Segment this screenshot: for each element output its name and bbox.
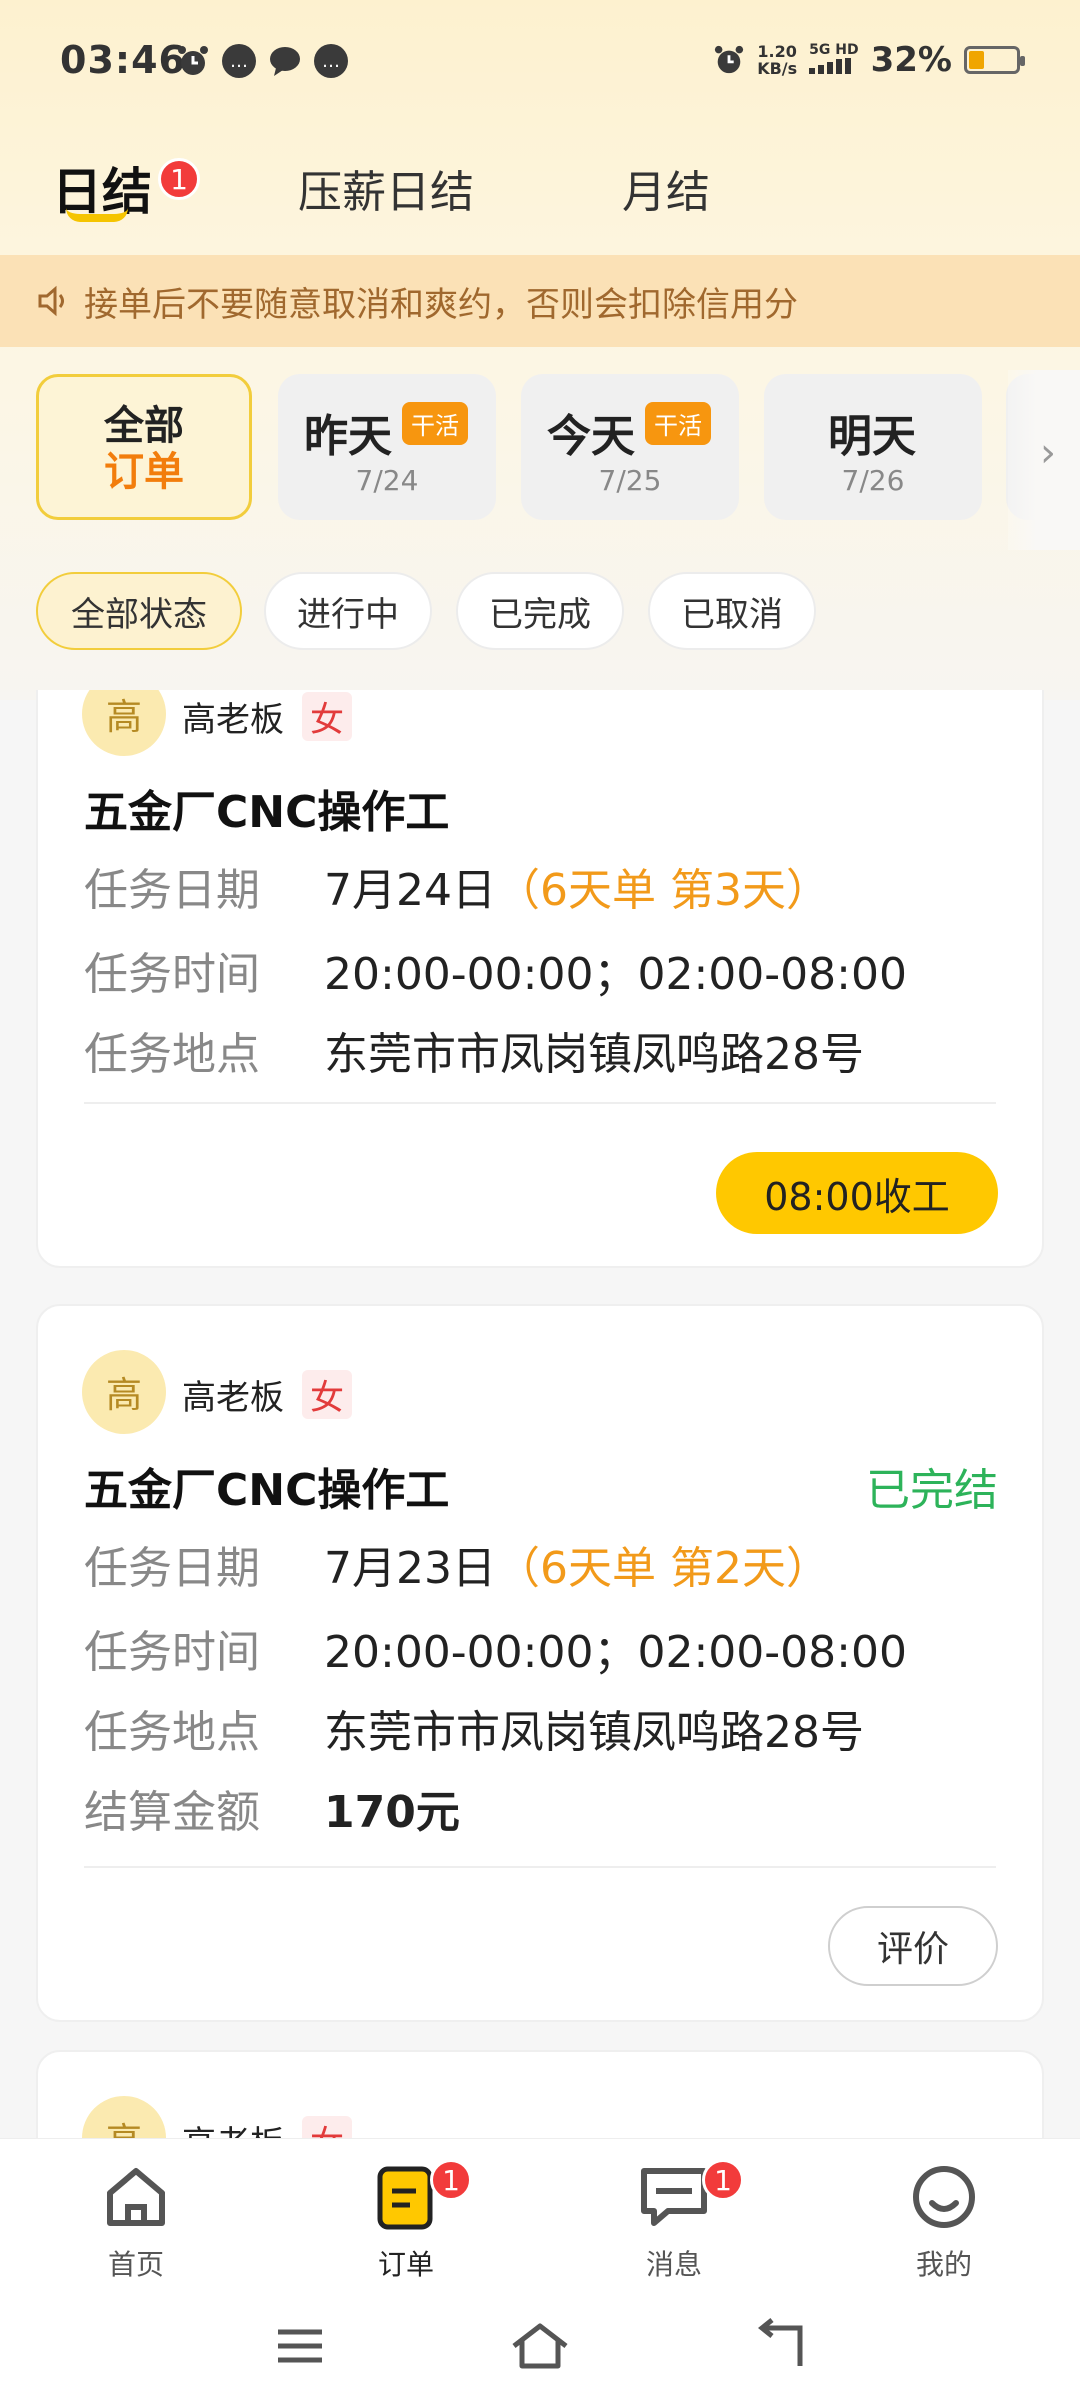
finish-work-button[interactable]: 08:00收工 [716,1152,998,1234]
tab-monthly[interactable]: 月结 [622,156,710,220]
card-divider [84,1102,996,1104]
notification-icons: … … [176,44,348,78]
message-icon [641,2168,707,2226]
notice-banner: 接单后不要随意取消和爽约，否则会扣除信用分 [0,255,1080,347]
battery-fill [969,51,984,69]
time-label: 任务时间 [84,949,260,1000]
avatar: 高 [82,1350,166,1434]
work-tag: 干活 [645,402,711,445]
home-icon [107,2168,165,2226]
system-nav-bar [0,2288,1080,2408]
owner-name: 高老板 [182,2116,284,2138]
tab-daily-badge: 1 [158,158,200,200]
back-icon[interactable] [752,2318,808,2374]
nav-home[interactable]: 首页 [66,2161,206,2283]
status-badge: 已完结 [866,1465,998,1516]
amount-label: 结算金额 [84,1787,260,1838]
filter-in-progress[interactable]: 进行中 [264,572,432,650]
menu-icon[interactable] [272,2318,328,2374]
bottom-nav: 首页 订单 1 消息 1 我的 [0,2138,1080,2288]
filter-completed[interactable]: 已完成 [456,572,624,650]
chevron-right-icon[interactable]: › [1040,430,1056,476]
filter-cancelled[interactable]: 已取消 [648,572,816,650]
settlement-tabs: 日结 1 压薪日结 月结 [0,140,1080,250]
alarm-icon [178,46,208,75]
home-nav-icon[interactable] [510,2318,570,2374]
status-filters: 全部状态 进行中 已完成 已取消 [0,572,1080,652]
time-value: 20:00-00:00；02:00-08:00 [324,949,907,1000]
order-card[interactable]: 高 高老板 女 五金厂CNC操作工 任务日期 7月24日（6天单 第3天） 任务… [36,690,1044,1268]
nav-profile[interactable]: 我的 [874,2161,1014,2283]
time-value: 20:00-00:00；02:00-08:00 [324,1627,907,1678]
date-value: 7月24日（6天单 第3天） [324,865,830,916]
date-value: 7月23日（6天单 第2天） [324,1543,830,1594]
network-speed: 1.20 KB/s [757,42,798,78]
time-label: 任务时间 [84,1627,260,1678]
gender-badge: 女 [302,2116,352,2138]
job-title: 五金厂CNC操作工 [84,1465,450,1516]
chat-app-icon-2: … [314,44,348,78]
battery-percent: 32% [870,40,952,80]
alarm-icon-right [715,45,744,74]
notice-text: 接单后不要随意取消和爽约，否则会扣除信用分 [84,284,798,325]
review-button[interactable]: 评价 [828,1906,998,1986]
card-divider [84,1866,996,1868]
order-card[interactable]: 高 高老板 女 [36,2050,1044,2138]
date-label: 任务日期 [84,1543,260,1594]
owner-name: 高老板 [182,1378,284,1418]
clock: 03:46 [60,38,186,82]
date-selector: 全部 订单 昨天 干活 7/24 今天 干活 7/25 明天 7/26 [0,370,1080,550]
amount-value: 170元 [324,1787,460,1838]
work-tag: 干活 [402,402,468,445]
smile-icon [913,2166,975,2228]
speaker-icon [38,285,64,317]
avatar: 高 [82,690,166,756]
place-value: 东莞市市凤岗镇凤鸣路28号 [324,1707,864,1758]
place-label: 任务地点 [84,1029,260,1080]
place-label: 任务地点 [84,1707,260,1758]
date-extra: （6天单 第3天） [495,865,830,916]
gender-badge: 女 [302,692,352,741]
place-value: 东莞市市凤岗镇凤鸣路28号 [324,1029,864,1080]
date-all-orders[interactable]: 全部 订单 [36,374,252,520]
date-yesterday[interactable]: 昨天 干活 7/24 [278,374,496,520]
date-extra: （6天单 第2天） [495,1543,830,1594]
owner-name: 高老板 [182,700,284,740]
date-today[interactable]: 今天 干活 7/25 [521,374,739,520]
battery-icon [964,46,1025,74]
date-tomorrow[interactable]: 明天 7/26 [764,374,982,520]
job-title: 五金厂CNC操作工 [84,787,450,838]
avatar: 高 [82,2096,166,2138]
nav-orders-badge: 1 [430,2159,472,2201]
filter-all-status[interactable]: 全部状态 [36,572,242,650]
chat-app-icon: … [222,44,256,78]
tab-deferred-daily[interactable]: 压薪日结 [298,156,474,220]
order-list: 高 高老板 女 五金厂CNC操作工 任务日期 7月24日（6天单 第3天） 任务… [0,690,1080,2138]
order-card[interactable]: 高 高老板 女 五金厂CNC操作工 已完结 任务日期 7月23日（6天单 第2天… [36,1304,1044,2022]
signal-icon: 5G HD [809,42,859,78]
status-bar: 03:46 … … 1.20 KB/s 5G HD 32% [0,0,1080,130]
active-tab-indicator [66,208,128,222]
gender-badge: 女 [302,1370,352,1419]
message-icon [270,47,300,76]
nav-messages-badge: 1 [702,2159,744,2201]
date-label: 任务日期 [84,865,260,916]
status-right: 1.20 KB/s 5G HD 32% [713,40,1025,80]
